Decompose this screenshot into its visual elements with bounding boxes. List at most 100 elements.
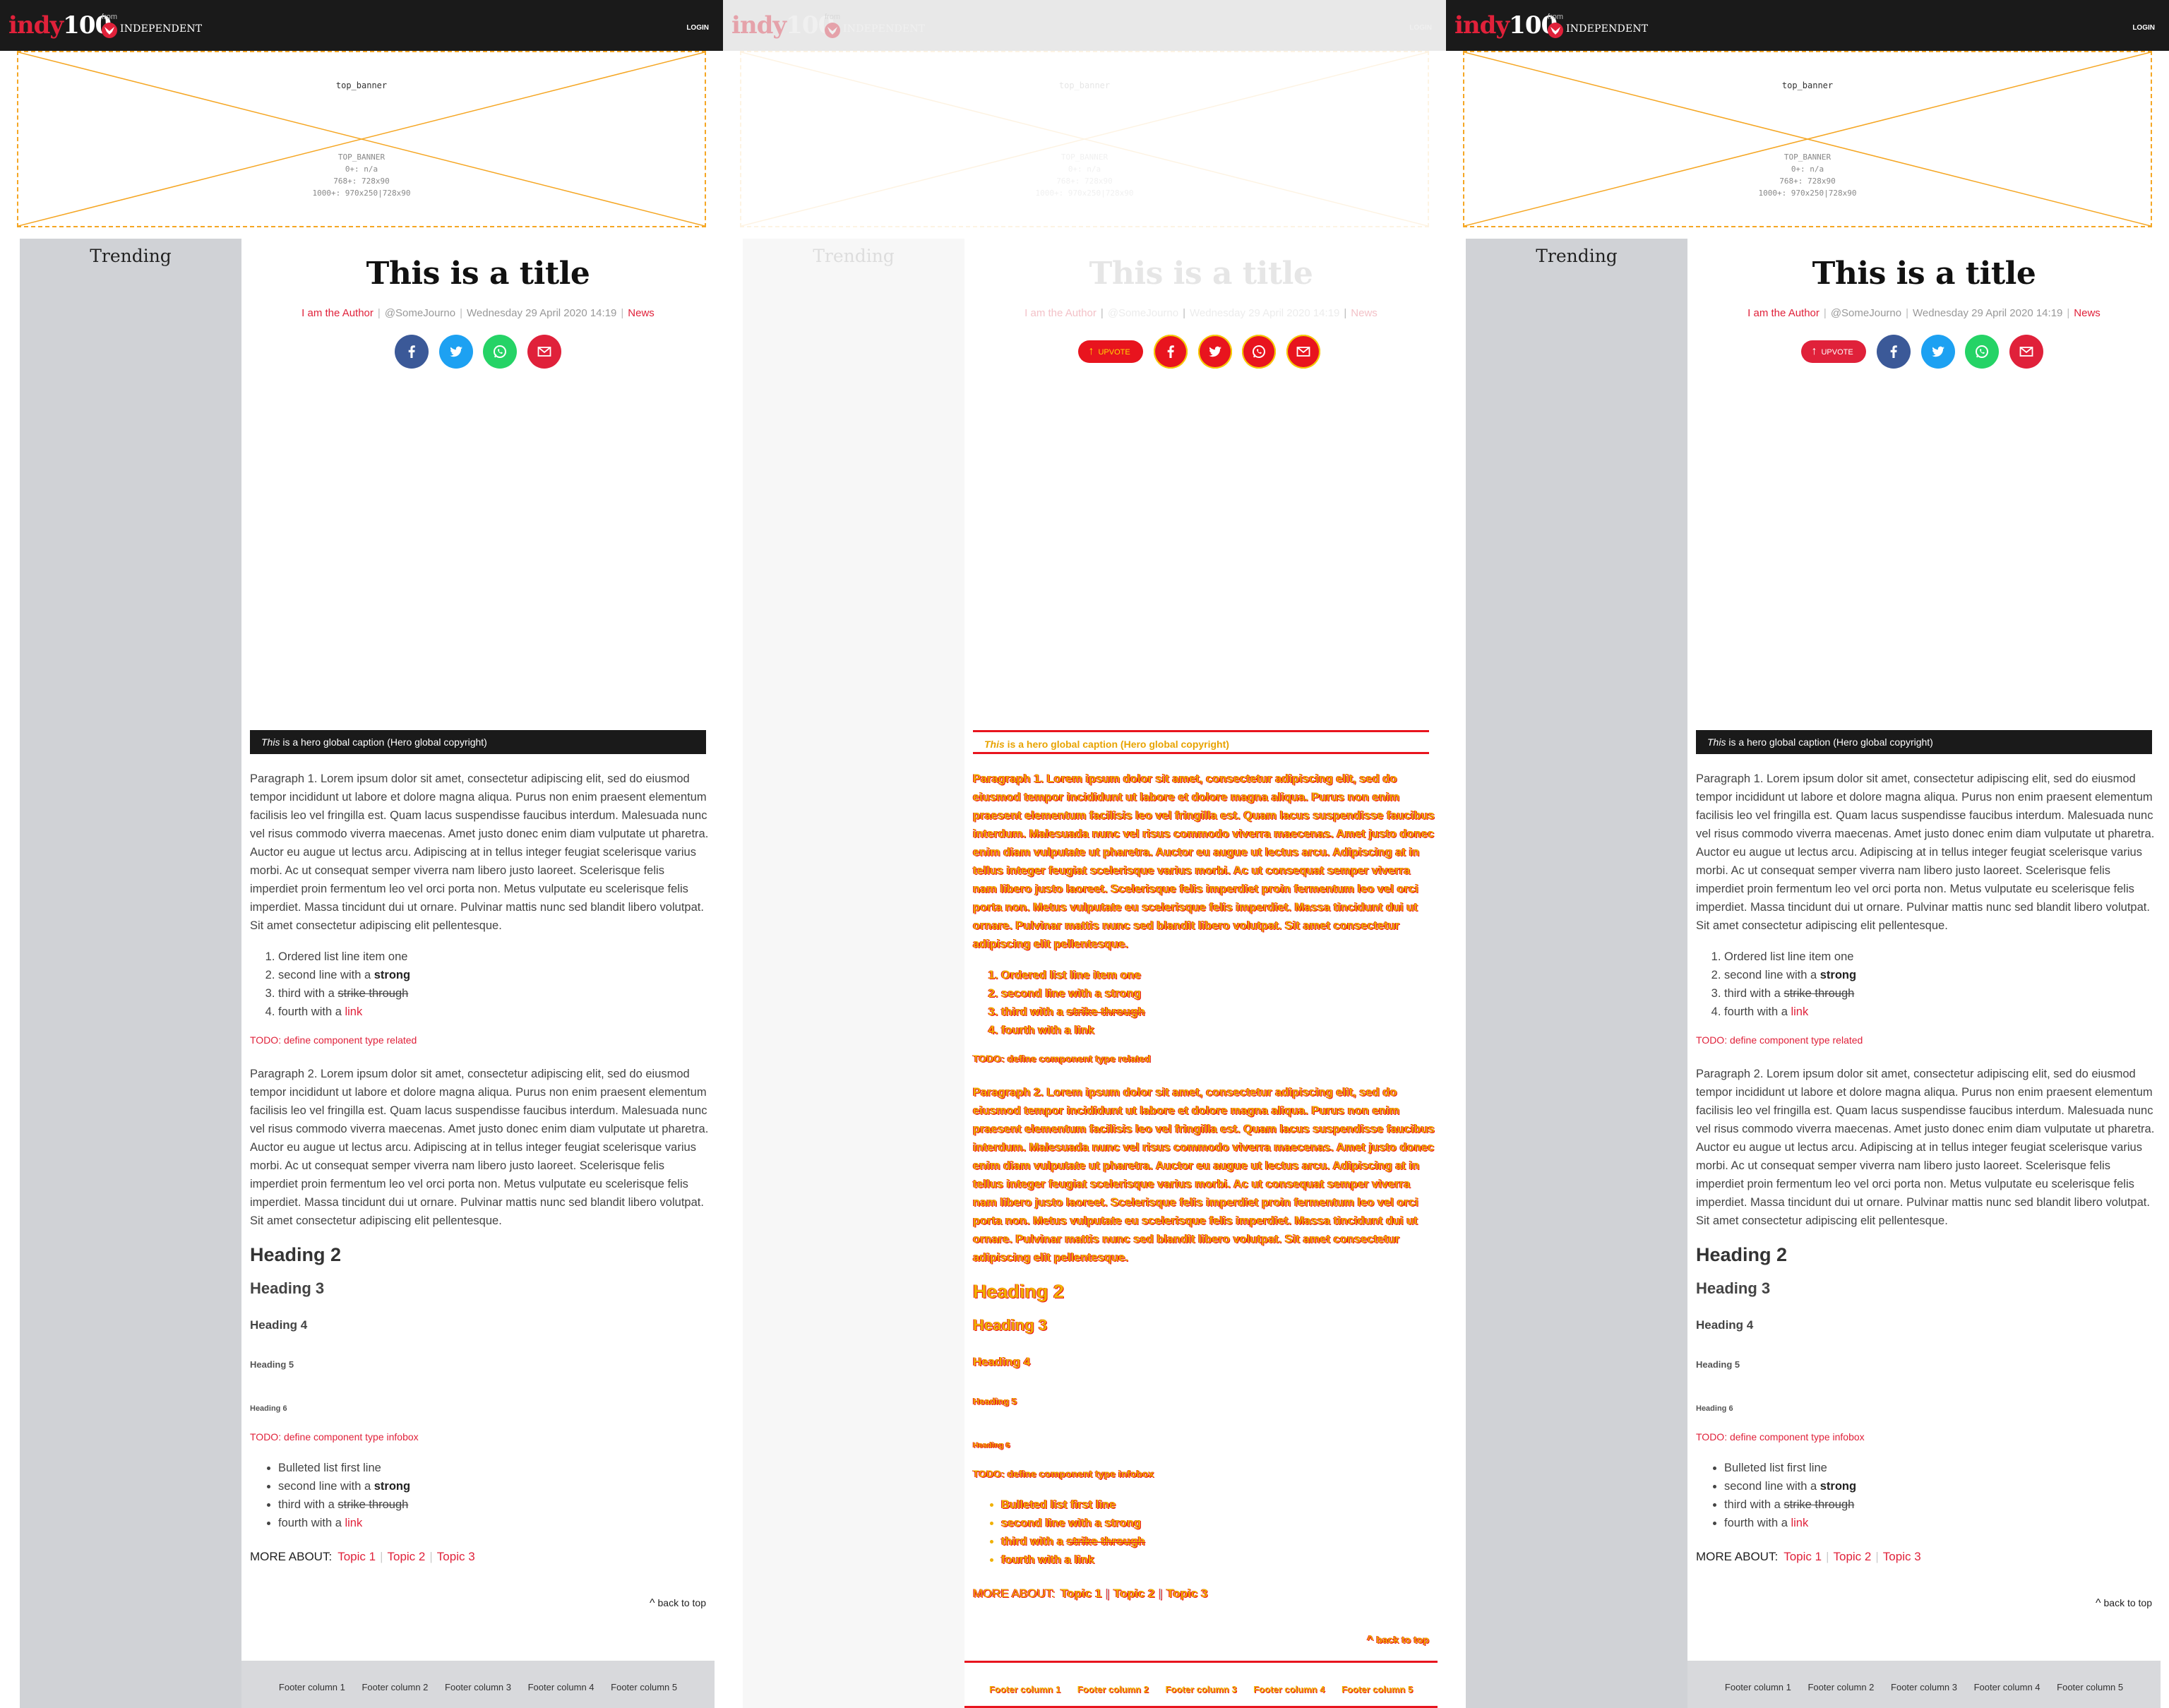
facebook-share-button[interactable]	[395, 335, 429, 369]
twitter-share-button[interactable]	[438, 335, 473, 369]
upvote-button[interactable]: ↑ UPVOTE	[1078, 340, 1143, 363]
article-body: Paragraph 1. Lorem ipsum dolor sit amet,…	[250, 770, 713, 1566]
author-handle[interactable]: @SomeJourno	[1108, 307, 1178, 319]
author-handle[interactable]: @SomeJourno	[1831, 307, 1901, 319]
author-link[interactable]: I am the Author	[301, 307, 374, 319]
footer-column[interactable]: Footer column 4	[528, 1682, 594, 1692]
inline-link[interactable]: link	[1791, 1517, 1808, 1529]
site-header: indy100 from INDEPENDENT LOGIN	[723, 0, 1446, 51]
banner-spec: TOP_BANNER 0+: n/a 768+: 728x90 1000+: 9…	[741, 151, 1428, 199]
list-item: second line with a strong	[1724, 966, 2159, 984]
footer-column[interactable]: Footer column 2	[1077, 1684, 1149, 1695]
twitter-share-button[interactable]	[1197, 335, 1232, 369]
footer-column[interactable]: Footer column 3	[445, 1682, 511, 1692]
section-link[interactable]: News	[2074, 307, 2101, 319]
footer-column[interactable]: Footer column 2	[362, 1682, 428, 1692]
inline-link[interactable]: link	[1075, 1024, 1094, 1037]
topic-link[interactable]: Topic 3	[1883, 1550, 1921, 1563]
section-link[interactable]: News	[1351, 307, 1378, 319]
from-label: from	[102, 13, 117, 21]
paragraph-1: Paragraph 1. Lorem ipsum dolor sit amet,…	[250, 772, 709, 932]
whatsapp-share-button[interactable]	[1242, 335, 1277, 369]
facebook-share-button[interactable]	[1154, 335, 1188, 369]
brand[interactable]: indy100 from INDEPENDENT	[731, 13, 925, 41]
site-footer: Footer column 1 Footer column 2 Footer c…	[964, 1661, 1438, 1708]
topic-link[interactable]: Topic 1	[337, 1550, 376, 1563]
inline-link[interactable]: link	[345, 1517, 362, 1529]
indy100-logo[interactable]: indy100	[1454, 13, 1558, 38]
footer-column[interactable]: Footer column 1	[279, 1682, 345, 1692]
login-link[interactable]: LOGIN	[2132, 24, 2155, 32]
from-label: from	[825, 13, 840, 21]
brand[interactable]: indy100 from INDEPENDENT	[8, 13, 202, 41]
email-share-button[interactable]	[1286, 335, 1320, 369]
login-link[interactable]: LOGIN	[1409, 24, 1432, 32]
inline-link[interactable]: link	[1075, 1553, 1094, 1566]
footer-column[interactable]: Footer column 1	[989, 1684, 1060, 1695]
byline: I am the Author | @SomeJourno | Wednesday 29…	[1024, 307, 1378, 319]
article-page-panel: indy100 from INDEPENDENT LOGIN top_banne…	[0, 0, 723, 1708]
footer-column[interactable]: Footer column 4	[1974, 1682, 2040, 1692]
author-link[interactable]: I am the Author	[1024, 307, 1097, 319]
brand[interactable]: indy100 from INDEPENDENT	[1454, 13, 1648, 41]
author-handle[interactable]: @SomeJourno	[385, 307, 455, 319]
independent-wordmark: INDEPENDENT	[1566, 23, 1649, 35]
topic-link[interactable]: Topic 1	[1783, 1550, 1822, 1563]
email-share-button[interactable]	[2009, 335, 2043, 369]
back-to-top-link[interactable]: ^ back to top	[964, 1634, 1429, 1647]
inline-link[interactable]: link	[345, 1005, 362, 1018]
whatsapp-share-button[interactable]	[483, 335, 518, 369]
independent-eagle-icon	[1548, 23, 1563, 38]
login-link[interactable]: LOGIN	[686, 24, 709, 32]
topic-link[interactable]: Topic 2	[1833, 1550, 1871, 1563]
upvote-button[interactable]: ↑ UPVOTE	[1801, 340, 1866, 363]
paragraph-1: Paragraph 1. Lorem ipsum dolor sit amet,…	[1696, 772, 2155, 932]
twitter-share-button[interactable]	[1920, 335, 1955, 369]
footer-column[interactable]: Footer column 3	[1165, 1684, 1236, 1695]
hero-caption: This is a hero global caption (Hero glob…	[250, 730, 706, 754]
footer-column[interactable]: Footer column 5	[2057, 1682, 2123, 1692]
footer-column[interactable]: Footer column 4	[1253, 1684, 1325, 1695]
footer-column[interactable]: Footer column 2	[1808, 1682, 1874, 1692]
todo-related: TODO: define component type related	[1696, 1034, 1863, 1046]
list-item: third with a strike through	[278, 1495, 713, 1514]
banner-cross-lines	[1464, 52, 2151, 226]
footer-column[interactable]: Footer column 3	[1891, 1682, 1957, 1692]
more-about: MORE ABOUT: Topic 1 | Topic 2 | Topic 3	[1696, 1550, 1921, 1563]
top-banner-placeholder: top_banner TOP_BANNER 0+: n/a 768+: 728x…	[17, 51, 706, 227]
topic-link[interactable]: Topic 3	[1166, 1587, 1207, 1600]
trending-title: Trending	[813, 246, 895, 266]
arrow-up-icon: ↑	[1811, 345, 1817, 357]
email-share-button[interactable]	[527, 335, 561, 369]
topic-link[interactable]: Topic 3	[437, 1550, 475, 1563]
ordered-list: Ordered list line item one second line w…	[1696, 948, 2159, 1021]
back-to-top-link[interactable]: ^ back to top	[1687, 1597, 2152, 1610]
independent-eagle-icon	[102, 23, 117, 38]
todo-related: TODO: define component type related	[973, 1053, 1151, 1064]
topic-link[interactable]: Topic 2	[1113, 1587, 1154, 1600]
list-item: fourth with a link	[1001, 1551, 1436, 1569]
footer-column[interactable]: Footer column 1	[1725, 1682, 1791, 1692]
inline-link[interactable]: link	[1791, 1005, 1808, 1018]
list-item: fourth with a link	[278, 1003, 713, 1021]
list-item: second line with a strong	[1724, 1477, 2159, 1495]
footer-column[interactable]: Footer column 5	[1342, 1684, 1413, 1695]
banner-spec: TOP_BANNER 0+: n/a 768+: 728x90 1000+: 9…	[18, 151, 705, 199]
footer-column[interactable]: Footer column 5	[611, 1682, 677, 1692]
facebook-share-button[interactable]	[1877, 335, 1911, 369]
more-about: MORE ABOUT: Topic 1 | Topic 2 | Topic 3	[973, 1587, 1208, 1600]
article: This is a title I am the Author | @SomeJou…	[241, 239, 715, 1610]
heading-5: Heading 5	[973, 1396, 1017, 1407]
author-link[interactable]: I am the Author	[1747, 307, 1820, 319]
heading-2: Heading 2	[250, 1244, 342, 1265]
bulleted-list: Bulleted list first line second line wit…	[973, 1495, 1436, 1569]
topic-link[interactable]: Topic 2	[387, 1550, 425, 1563]
indy100-logo[interactable]: indy100	[731, 13, 835, 38]
list-item: fourth with a link	[1001, 1021, 1436, 1039]
topic-link[interactable]: Topic 1	[1060, 1587, 1101, 1600]
list-item: fourth with a link	[1724, 1003, 2159, 1021]
back-to-top-link[interactable]: ^ back to top	[241, 1597, 706, 1610]
section-link[interactable]: News	[628, 307, 655, 319]
whatsapp-share-button[interactable]	[1965, 335, 2000, 369]
indy100-logo[interactable]: indy100	[8, 13, 112, 38]
